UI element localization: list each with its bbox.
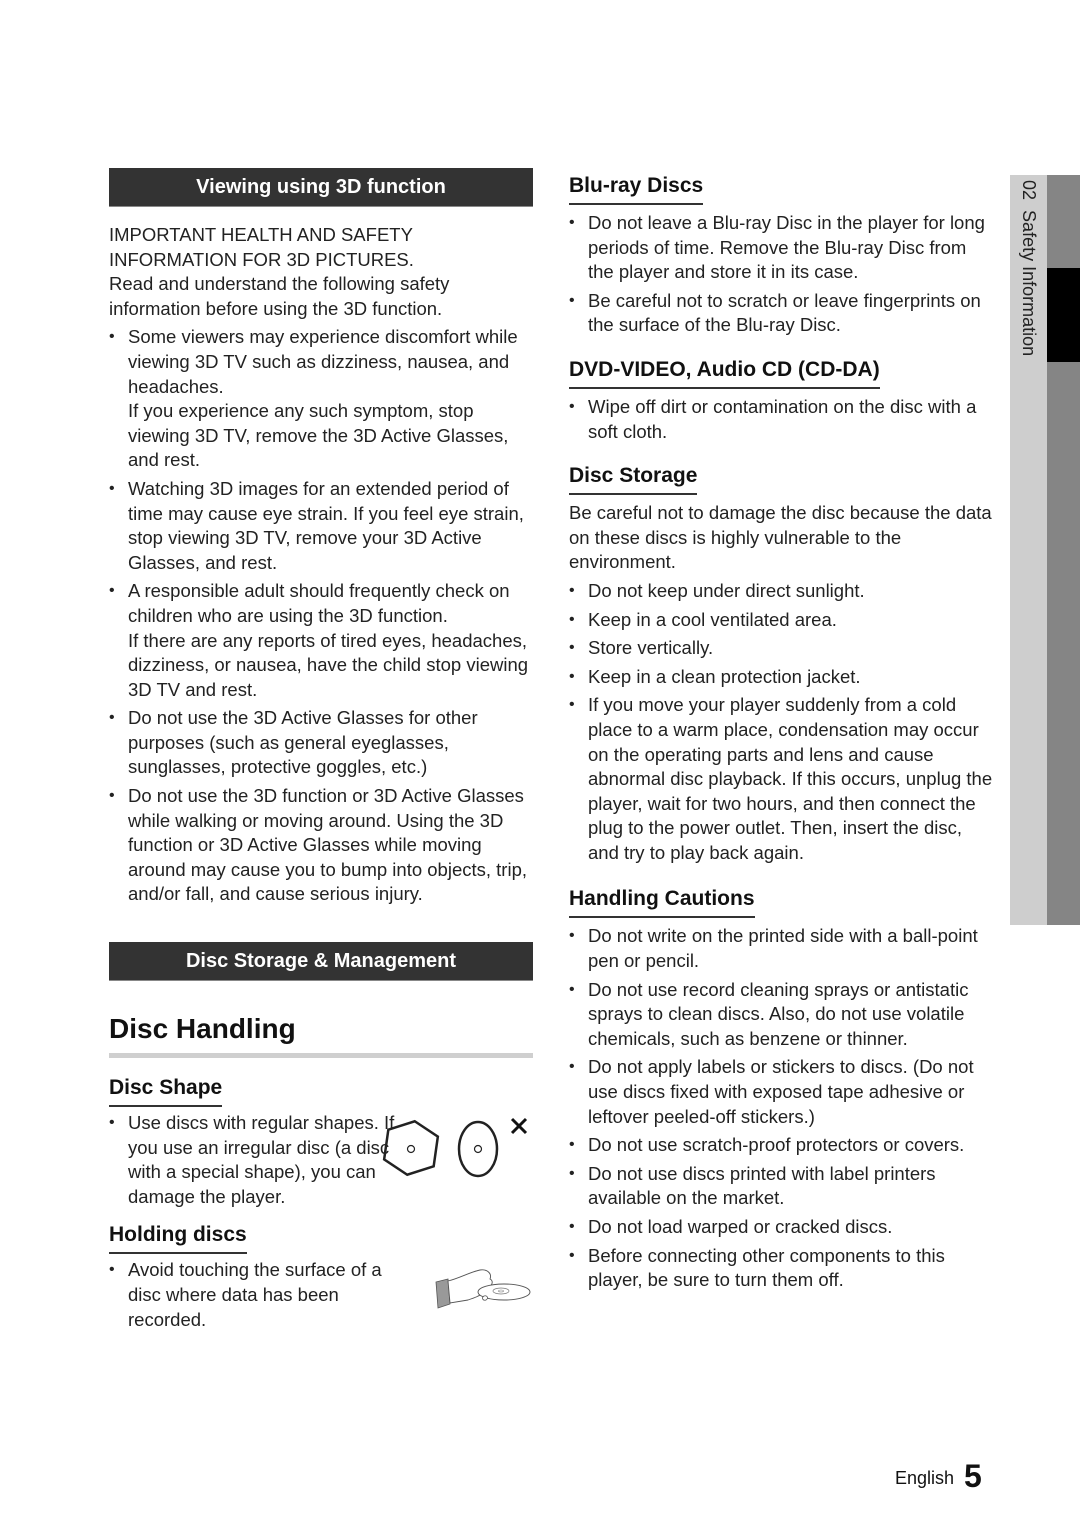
list-item: Keep in a clean protection jacket. <box>569 665 997 690</box>
subhead-bluray-discs: Blu-ray Discs <box>569 172 704 205</box>
list-item: Before connecting other components to th… <box>569 1244 997 1293</box>
section-header-viewing-3d: Viewing using 3D function <box>109 168 533 207</box>
list-item: Do not keep under direct sunlight. <box>569 579 997 604</box>
subhead-disc-storage: Disc Storage <box>569 462 698 496</box>
left-column: Viewing using 3D function IMPORTANT HEAL… <box>109 168 533 1332</box>
list-item: A responsible adult should frequently ch… <box>109 579 533 702</box>
disc-storage-intro: Be careful not to damage the disc becaus… <box>569 502 992 573</box>
section-header-disc-storage-management: Disc Storage & Management <box>109 942 533 982</box>
disc-storage-list: Do not keep under direct sunlight. Keep … <box>569 579 997 866</box>
list-item: Do not apply labels or stickers to discs… <box>569 1055 997 1129</box>
list-item: Avoid touching the surface of a disc whe… <box>109 1258 398 1332</box>
chapter-title: Safety Information <box>1019 210 1039 357</box>
list-item: Do not use discs printed with label prin… <box>569 1162 997 1211</box>
health-safety-caps: IMPORTANT HEALTH AND SAFETY INFORMATION … <box>109 224 414 270</box>
subhead-disc-shape: Disc Shape <box>109 1074 223 1108</box>
list-item: Do not use the 3D function or 3D Active … <box>109 784 533 907</box>
list-item: Be careful not to scratch or leave finge… <box>569 289 997 338</box>
list-item: Do not use scratch-proof protectors or c… <box>569 1133 997 1158</box>
footer-language: English <box>895 1468 955 1488</box>
page-footer: English 5 <box>895 1458 982 1495</box>
viewing-3d-intro: Read and understand the following safety… <box>109 273 450 319</box>
chapter-tab-label: 02 Safety Information <box>1010 180 1047 480</box>
disc-shape-block: Use discs with regular shapes. If you us… <box>109 1111 533 1209</box>
cross-mark-icon <box>510 1117 528 1135</box>
list-item: Do not write on the printed side with a … <box>569 924 997 973</box>
subhead-holding-discs: Holding discs <box>109 1221 247 1255</box>
list-item: Wipe off dirt or contamination on the di… <box>569 395 997 444</box>
hand-holding-disc-icon <box>435 1269 531 1309</box>
bluray-list: Do not leave a Blu-ray Disc in the playe… <box>569 211 997 338</box>
list-item: Do not load warped or cracked discs. <box>569 1215 997 1240</box>
holding-discs-block: Avoid touching the surface of a disc whe… <box>109 1258 533 1332</box>
oval-disc-icon <box>457 1120 499 1178</box>
disc-shape-illustration <box>382 1117 528 1178</box>
list-item: Do not leave a Blu-ray Disc in the playe… <box>569 211 997 285</box>
list-item: If you move your player suddenly from a … <box>569 693 997 865</box>
list-item: Keep in a cool ventilated area. <box>569 608 997 633</box>
dvd-list: Wipe off dirt or contamination on the di… <box>569 395 997 444</box>
viewing-3d-list: Some viewers may experience discomfort w… <box>109 325 533 907</box>
handling-cautions-list: Do not write on the printed side with a … <box>569 924 997 1292</box>
subhead-dvd-video-audio-cd: DVD-VIDEO, Audio CD (CD-DA) <box>569 356 880 389</box>
chapter-number: 02 <box>1019 180 1039 201</box>
chapter-tab-marker <box>1047 268 1080 362</box>
list-item: Use discs with regular shapes. If you us… <box>109 1111 398 1209</box>
page-title-disc-handling: Disc Handling <box>109 1012 533 1059</box>
list-item: Store vertically. <box>569 636 997 661</box>
right-column: Blu-ray Discs Do not leave a Blu-ray Dis… <box>569 168 997 1293</box>
list-item: Do not use record cleaning sprays or ant… <box>569 978 997 1052</box>
page-number: 5 <box>964 1458 982 1494</box>
list-item: Do not use the 3D Active Glasses for oth… <box>109 706 533 780</box>
list-item: Some viewers may experience discomfort w… <box>109 325 533 473</box>
subhead-handling-cautions: Handling Cautions <box>569 885 755 919</box>
hexagon-disc-icon <box>382 1119 440 1177</box>
list-item: Watching 3D images for an extended perio… <box>109 477 533 575</box>
